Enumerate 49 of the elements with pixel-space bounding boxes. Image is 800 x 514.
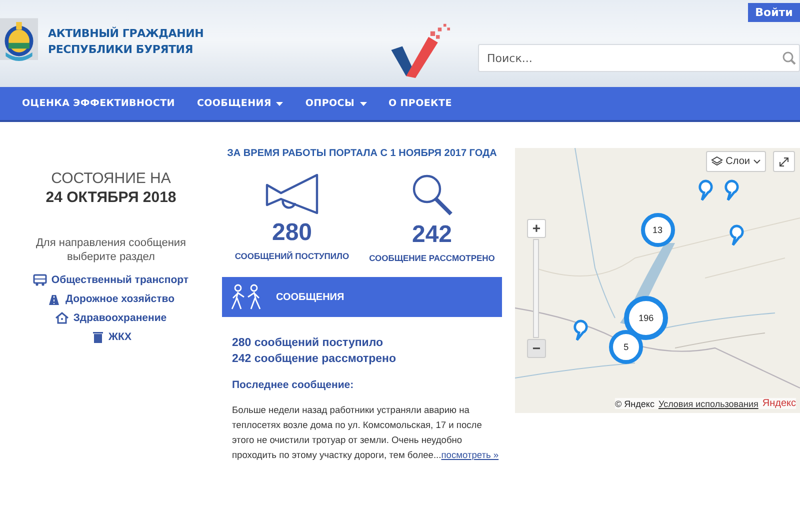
stat-label: СООБЩЕНИЙ ПОСТУПИЛО: [234, 251, 350, 261]
copyright-text: © Яндекс: [615, 398, 654, 408]
megaphone-icon: [265, 173, 319, 215]
layers-icon: [710, 156, 723, 167]
emblem-icon: [0, 18, 38, 64]
hint-text: Для направления сообщения выберите раздел: [34, 236, 187, 264]
nav-item[interactable]: ОПРОСЫ: [305, 98, 366, 109]
stat-number: 242: [412, 221, 452, 249]
nav-item[interactable]: СООБЩЕНИЯ: [196, 98, 284, 109]
messages-title: СООБЩЕНИЯ: [276, 292, 344, 302]
nav-item[interactable]: ОЦЕНКА ЭФФЕКТИВНОСТИ: [22, 98, 175, 109]
summary-line: 242 сообщение рассмотрено: [232, 352, 397, 367]
zoom-in-button[interactable]: +: [527, 219, 546, 238]
terms-link[interactable]: Условия использования: [658, 398, 758, 408]
chevron-down-icon: [753, 159, 761, 164]
walking-people-icon: [230, 284, 262, 310]
site-title: РЕСПУБЛИКИ БУРЯТИЯ: [48, 42, 194, 56]
map-pin-icon[interactable]: [572, 319, 589, 342]
stats-title: ЗА ВРЕМЯ РАБОТЫ ПОРТАЛА С 1 НОЯБРЯ 2017 ГОДА: [226, 148, 498, 159]
search-field[interactable]: Поиск...: [478, 44, 800, 72]
section-link[interactable]: Общественный транспорт: [33, 270, 189, 289]
map-pin-icon[interactable]: [724, 179, 740, 201]
stat-number: 280: [272, 219, 312, 247]
layers-button[interactable]: Слои: [706, 151, 766, 172]
magnifier-icon: [410, 173, 454, 217]
fullscreen-button[interactable]: [773, 151, 795, 172]
house-icon: [55, 312, 70, 324]
map-pin-icon[interactable]: [729, 224, 746, 246]
status-heading: СОСТОЯНИЕ НА: [51, 170, 171, 187]
map-logo: Яндекс: [762, 398, 796, 409]
section-link[interactable]: Дорожное хозяйство: [47, 289, 175, 308]
login-button[interactable]: Войти: [748, 3, 800, 22]
map-pin-icon[interactable]: [698, 179, 714, 201]
read-more-link[interactable]: посмотреть »: [441, 450, 499, 460]
search-icon: [782, 51, 796, 65]
zoom-out-button[interactable]: −: [527, 339, 546, 358]
last-message-text: Больше недели назад работники устраняли аварию на теплосетях возле дома по ул. Комсомольская, 17 и после этого не очистили тротуар от земли. Очень неудобно проходить по этому участку дороги, тем более...посмотреть »: [231, 404, 500, 462]
status-date: 24 ОКТЯБРЯ 2018: [46, 189, 176, 206]
road-icon: [47, 292, 62, 304]
last-message-label: Последнее сообщение:: [231, 379, 355, 391]
expand-icon: [779, 156, 789, 166]
nav-item[interactable]: О ПРОЕКТЕ: [388, 98, 452, 109]
site-title: АКТИВНЫЙ ГРАЖДАНИН: [48, 26, 204, 40]
summary-line: 280 сообщений поступило: [232, 336, 384, 351]
bus-icon: [33, 274, 48, 286]
stat-label: СООБЩЕНИЕ РАССМОТРЕНО: [369, 253, 495, 263]
trash-can-icon: [90, 330, 105, 342]
section-link[interactable]: ЖКХ: [90, 327, 132, 346]
section-link[interactable]: Здравоохранение: [55, 308, 167, 327]
